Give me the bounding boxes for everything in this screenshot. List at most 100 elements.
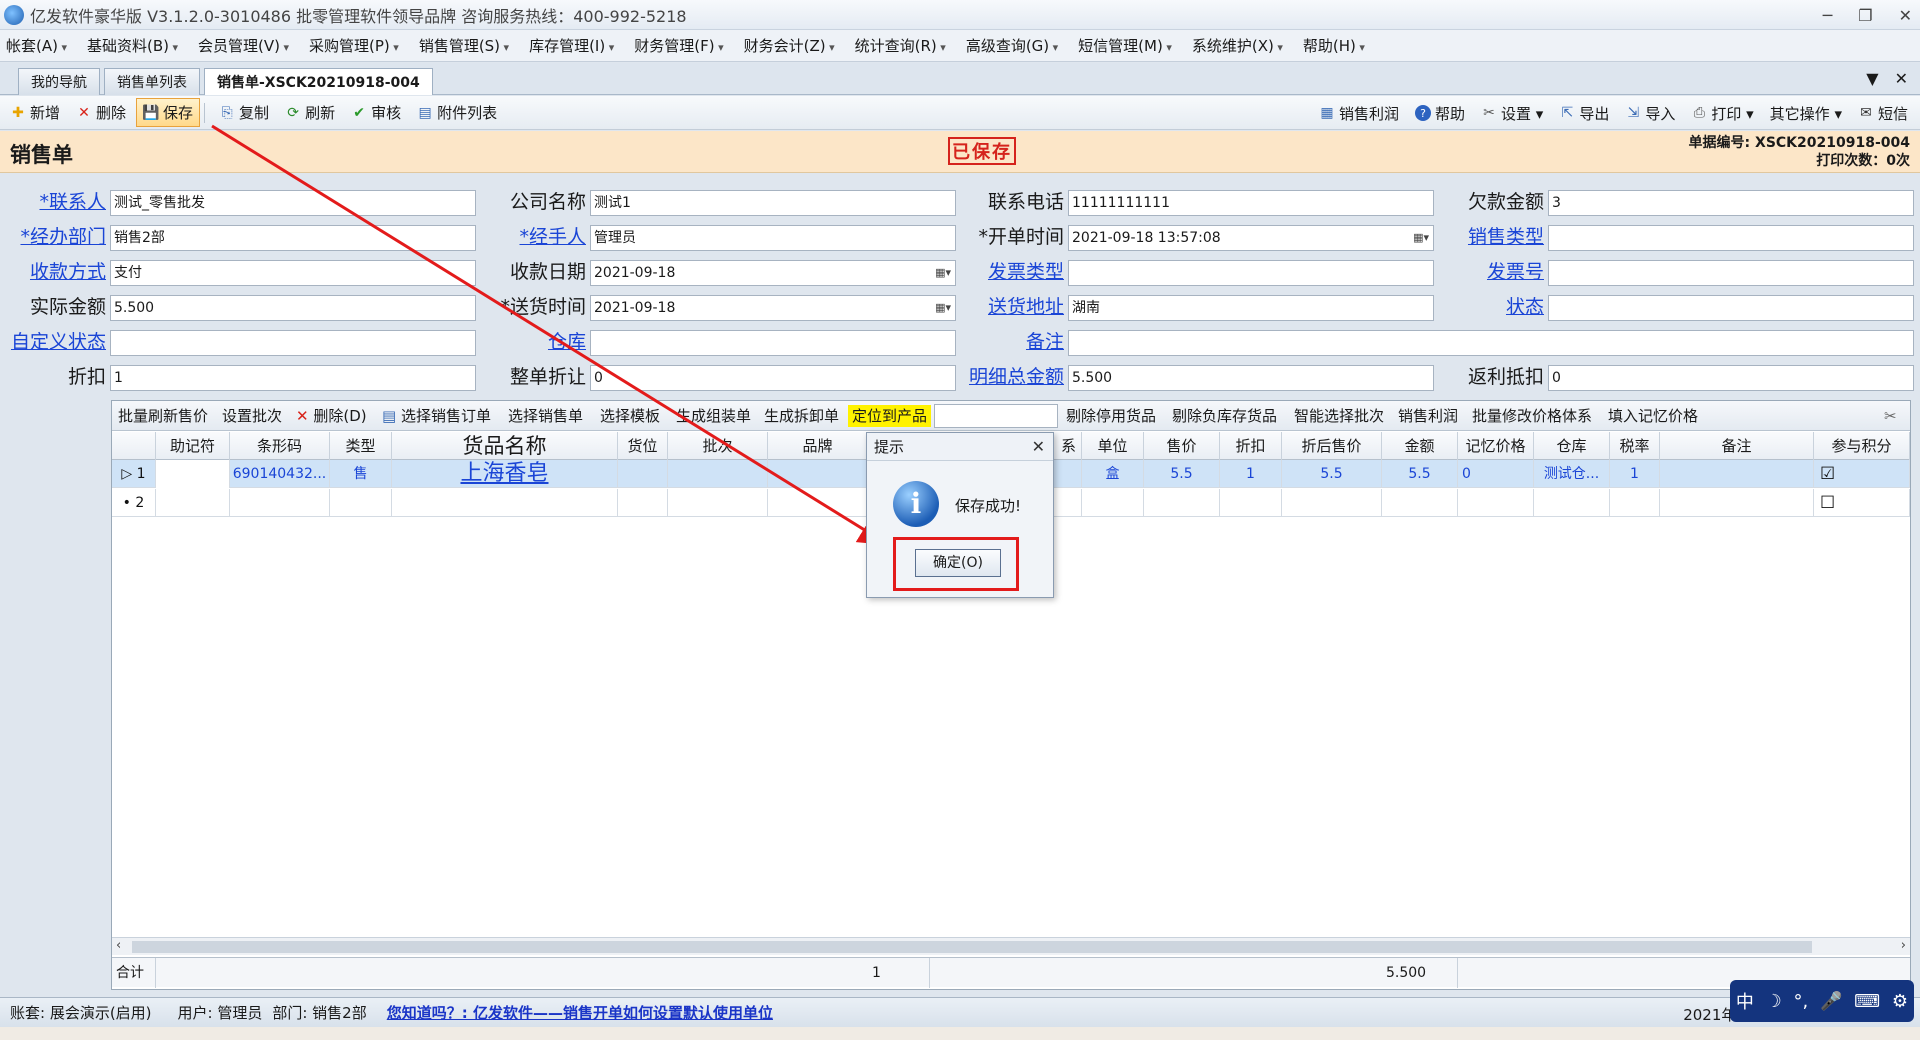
- menu-sms[interactable]: 短信管理(M): [1078, 35, 1172, 56]
- cell-mnemonic[interactable]: [156, 489, 230, 517]
- col-type[interactable]: 类型: [330, 432, 392, 460]
- detail-total-label[interactable]: 明细总金额: [964, 363, 1064, 391]
- ime-chinese-icon[interactable]: 中: [1736, 988, 1754, 1014]
- calendar-dropdown-icon[interactable]: ▦▾: [935, 261, 951, 285]
- maximize-icon[interactable]: ❐: [1858, 6, 1872, 25]
- ime-punct-icon[interactable]: °,: [1794, 991, 1809, 1012]
- col-disc-price[interactable]: 折后售价: [1282, 432, 1382, 460]
- scroll-left-icon[interactable]: ‹: [116, 938, 121, 953]
- cell-product-name[interactable]: [392, 489, 618, 517]
- pay-date-field[interactable]: 2021-09-18 ▦▾: [590, 260, 956, 286]
- owed-field[interactable]: 3: [1548, 190, 1914, 216]
- col-product-name[interactable]: 货品名称: [392, 432, 618, 460]
- ime-settings-icon[interactable]: ⚙: [1892, 991, 1908, 1012]
- set-batch-button[interactable]: 设置批次: [222, 405, 282, 427]
- calendar-dropdown-icon[interactable]: ▦▾: [935, 296, 951, 320]
- cell-type[interactable]: 售: [330, 460, 392, 488]
- cell-batch[interactable]: [668, 489, 768, 517]
- select-template-button[interactable]: 选择模板: [600, 405, 660, 427]
- help-button[interactable]: ? 帮助: [1409, 100, 1471, 127]
- col-remark[interactable]: 备注: [1660, 432, 1814, 460]
- other-ops-button[interactable]: 其它操作 ▾: [1764, 100, 1848, 127]
- grid-delete-button[interactable]: ✕ 删除(D): [296, 405, 367, 427]
- cell-location[interactable]: [618, 460, 668, 488]
- import-button[interactable]: ⇲ 导入: [1619, 100, 1681, 127]
- menu-statistics[interactable]: 统计查询(R): [855, 35, 946, 56]
- delete-button[interactable]: ✕ 删除: [70, 99, 132, 126]
- cell-amount[interactable]: 5.5: [1382, 460, 1458, 488]
- menu-member[interactable]: 会员管理(V): [198, 35, 289, 56]
- menu-purchase[interactable]: 采购管理(P): [309, 35, 399, 56]
- cell-unit[interactable]: 盒: [1082, 460, 1144, 488]
- sales-profit-button[interactable]: ▦ 销售利润: [1313, 100, 1405, 127]
- select-sales-button[interactable]: 选择销售单: [508, 405, 583, 427]
- grid-settings-icon[interactable]: ✂: [1884, 405, 1897, 427]
- cell-series[interactable]: [1056, 489, 1082, 517]
- col-batch[interactable]: 批次: [668, 432, 768, 460]
- menu-help[interactable]: 帮助(H): [1303, 35, 1365, 56]
- handler-label[interactable]: *经手人: [486, 223, 586, 251]
- rebate-field[interactable]: 0: [1548, 365, 1914, 391]
- cell-memory-price[interactable]: 0: [1458, 460, 1534, 488]
- col-points[interactable]: 参与积分: [1814, 432, 1910, 460]
- open-time-field[interactable]: 2021-09-18 13:57:08 ▦▾: [1068, 225, 1434, 251]
- select-sales-order-button[interactable]: ▤ 选择销售订单: [382, 405, 491, 427]
- menu-system[interactable]: 系统维护(X): [1192, 35, 1283, 56]
- col-price[interactable]: 售价: [1144, 432, 1220, 460]
- cell-warehouse[interactable]: [1534, 489, 1610, 517]
- menu-account[interactable]: 帐套(A): [6, 35, 67, 56]
- batch-price-system-button[interactable]: 批量修改价格体系: [1472, 405, 1592, 427]
- smart-batch-button[interactable]: 智能选择批次: [1294, 405, 1384, 427]
- invoice-type-label[interactable]: 发票类型: [964, 258, 1064, 286]
- invoice-type-field[interactable]: [1068, 260, 1434, 286]
- settings-button[interactable]: ✂ 设置 ▾: [1475, 100, 1549, 127]
- col-discount[interactable]: 折扣: [1220, 432, 1282, 460]
- col-unit[interactable]: 单位: [1082, 432, 1144, 460]
- pay-method-label[interactable]: 收款方式: [6, 258, 106, 286]
- actual-amount-field[interactable]: 5.500: [110, 295, 476, 321]
- menu-inventory[interactable]: 库存管理(I): [529, 35, 614, 56]
- calendar-dropdown-icon[interactable]: ▦▾: [1413, 226, 1429, 250]
- scroll-right-icon[interactable]: ›: [1901, 938, 1906, 953]
- cell-remark[interactable]: [1660, 489, 1814, 517]
- locate-product-button[interactable]: 定位到产品: [848, 405, 932, 427]
- cell-brand[interactable]: [768, 460, 868, 488]
- cell-tax[interactable]: [1610, 489, 1660, 517]
- delivery-addr-label[interactable]: 送货地址: [964, 293, 1064, 321]
- warehouse-field[interactable]: [590, 330, 956, 356]
- col-warehouse[interactable]: 仓库: [1534, 432, 1610, 460]
- sale-type-field[interactable]: [1548, 225, 1914, 251]
- scroll-thumb[interactable]: [132, 941, 1812, 953]
- detail-total-field[interactable]: 5.500: [1068, 365, 1434, 391]
- cell-remark[interactable]: [1660, 460, 1814, 488]
- invoice-no-label[interactable]: 发票号: [1444, 258, 1544, 286]
- cell-price[interactable]: 5.5: [1144, 460, 1220, 488]
- cell-warehouse[interactable]: 测试仓...: [1534, 460, 1610, 488]
- fill-memory-price-button[interactable]: 填入记忆价格: [1608, 405, 1698, 427]
- col-tax[interactable]: 税率: [1610, 432, 1660, 460]
- discount-field[interactable]: 1: [110, 365, 476, 391]
- delivery-time-field[interactable]: 2021-09-18 ▦▾: [590, 295, 956, 321]
- gen-assembly-button[interactable]: 生成组装单: [676, 405, 751, 427]
- cell-points-checkbox[interactable]: ☑: [1814, 460, 1910, 488]
- remark-field[interactable]: [1068, 330, 1914, 356]
- ok-button[interactable]: 确定(O): [915, 549, 1001, 577]
- audit-button[interactable]: ✔ 审核: [345, 99, 407, 126]
- menu-accounting[interactable]: 财务会计(Z): [744, 35, 835, 56]
- col-barcode[interactable]: 条形码: [230, 432, 330, 460]
- col-amount[interactable]: 金额: [1382, 432, 1458, 460]
- handler-field[interactable]: 管理员: [590, 225, 956, 251]
- custom-status-field[interactable]: [110, 330, 476, 356]
- cell-batch[interactable]: [668, 460, 768, 488]
- invoice-no-field[interactable]: [1548, 260, 1914, 286]
- cell-barcode[interactable]: 690140432...: [230, 460, 330, 488]
- col-location[interactable]: 货位: [618, 432, 668, 460]
- dept-label[interactable]: *经办部门: [6, 223, 106, 251]
- horizontal-scrollbar[interactable]: ‹ ›: [112, 937, 1910, 955]
- col-mnemonic[interactable]: 助记符: [156, 432, 230, 460]
- cell-barcode[interactable]: [230, 489, 330, 517]
- cell-series[interactable]: [1056, 460, 1082, 488]
- cell-disc-price[interactable]: [1282, 489, 1382, 517]
- menu-advanced-query[interactable]: 高级查询(G): [966, 35, 1058, 56]
- tab-close-icon[interactable]: ✕: [1895, 69, 1908, 88]
